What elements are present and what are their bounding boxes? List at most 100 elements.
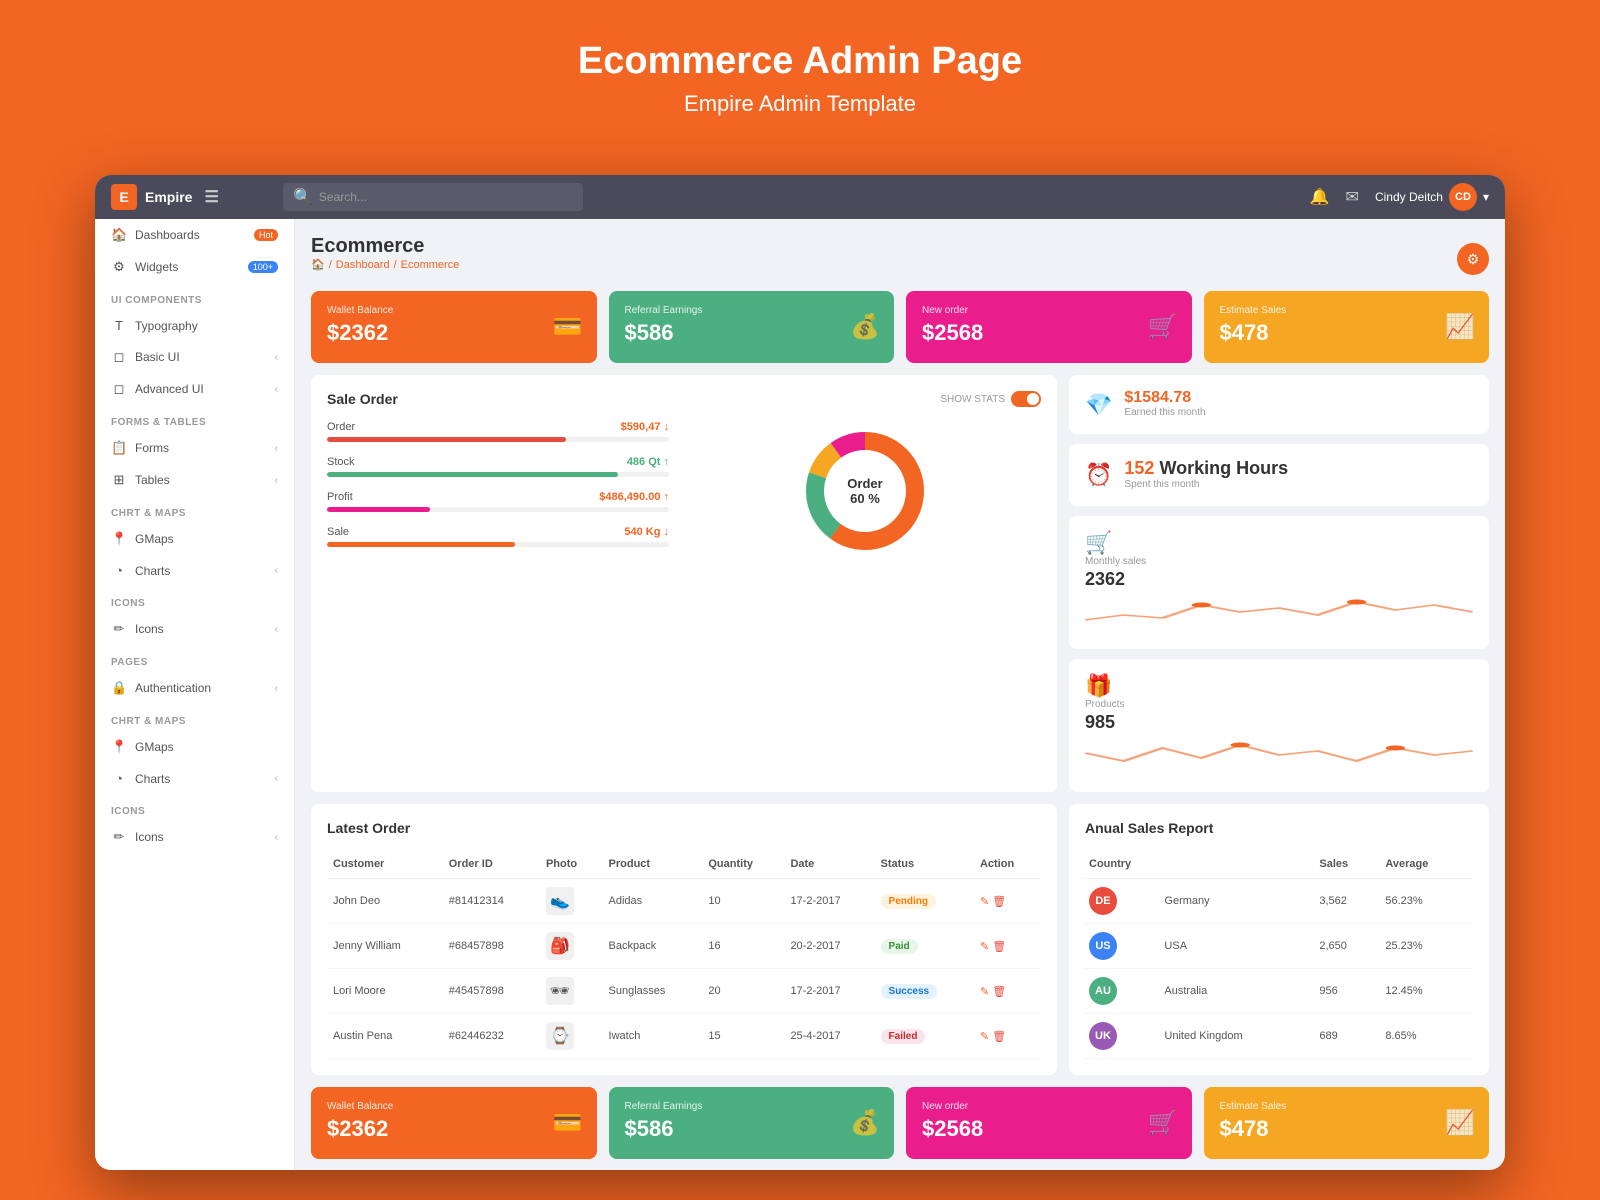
right-stats: 💎 $1584.78 Earned this month ⏰ 152 Worki… [1069,375,1489,792]
stat-row-label: Sale [327,526,349,538]
search-bar[interactable]: 🔍 [283,183,583,211]
country-name: Germany [1160,879,1315,924]
stat-row-label: Stock [327,456,355,468]
sidebar-item-tables[interactable]: ⊞ Tables‹ [95,464,294,496]
main-layout: 🏠 DashboardsHot⚙ Widgets100+UI Component… [95,219,1505,1170]
edit-icon[interactable]: ✎ [980,896,989,908]
sidebar-section-title: Chrt & Maps [95,704,294,731]
sidebar-item-basic-ui[interactable]: ◻ Basic UI‹ [95,341,294,373]
edit-icon[interactable]: ✎ [980,1031,989,1043]
stat-card-value-referral2: $586 [625,1116,879,1142]
order-action[interactable]: ✎ 🗑 [974,924,1041,969]
mail-icon[interactable]: ✉ [1346,187,1359,207]
order-status: Paid [875,924,974,969]
sidebar-item-gmaps2[interactable]: 📍 GMaps [95,731,294,763]
stat-card-wallet: Wallet Balance $2362 💳 [311,291,597,363]
page-title: Ecommerce 🏠 / Dashboard / Ecommerce [311,235,459,283]
sidebar-item-icons1[interactable]: ✏ Icons‹ [95,613,294,645]
content-area: Ecommerce 🏠 / Dashboard / Ecommerce ⚙ Wa… [295,219,1505,1170]
hamburger-menu[interactable]: ☰ [204,187,218,207]
edit-icon[interactable]: ✎ [980,986,989,998]
sale-stat-order: Order $590,47 ↓ [327,421,669,442]
user-info[interactable]: Cindy Deitch CD ▾ [1375,183,1489,211]
country-sales: 689 [1315,1014,1381,1059]
sidebar-item-authentication[interactable]: 🔒 Authentication‹ [95,672,294,704]
sidebar-chevron-icons2: ‹ [275,832,278,843]
stat-row-header: Profit $486,490.00 ↑ [327,491,669,503]
order-col-status: Status [875,850,974,879]
monthly-sales-label: Monthly sales [1085,556,1473,567]
delete-icon[interactable]: 🗑 [992,896,1006,908]
stat-card-label-referral2: Referral Earnings [625,1101,879,1112]
sidebar-item-gmaps[interactable]: 📍 GMaps [95,523,294,555]
breadcrumb-separator: / [329,259,332,271]
monthly-sales-chart [1085,590,1473,630]
settings-button[interactable]: ⚙ [1457,243,1489,275]
sidebar-label-gmaps: GMaps [135,532,174,546]
search-input[interactable] [319,190,573,204]
donut-chart: Order 60 % [795,421,935,561]
monthly-sales-value: 2362 [1085,569,1473,590]
sidebar-icon-gmaps: 📍 [111,531,127,547]
stat-card-label-referral: Referral Earnings [625,305,879,316]
stats-toggle[interactable] [1011,391,1041,407]
order-product: Adidas [603,879,703,924]
sidebar-icon-advanced-ui: ◻ [111,381,127,397]
sidebar-item-forms[interactable]: 📋 Forms‹ [95,432,294,464]
sidebar-label-widgets: Widgets [135,260,178,274]
sidebar-item-dashboards[interactable]: 🏠 DashboardsHot [95,219,294,251]
sidebar-icon-charts2: ◔ [111,771,127,786]
country-avatar-cell: DE [1085,879,1160,924]
order-col-product: Product [603,850,703,879]
stat-card-wallet2: Wallet Balance $2362 💳 [311,1087,597,1159]
country-name: USA [1160,924,1315,969]
progress-bar [327,542,669,547]
bottom-stat-cards: Wallet Balance $2362 💳 Referral Earnings… [311,1087,1489,1159]
progress-fill [327,472,618,477]
sidebar-icon-icons2: ✏ [111,829,127,845]
sidebar-section-title: Icons [95,586,294,613]
delete-icon[interactable]: 🗑 [992,941,1006,953]
sale-order-card: Sale Order SHOW STATS Order $590,47 ↓ St… [311,375,1057,792]
sidebar-item-typography[interactable]: T Typography [95,310,294,341]
earned-content: $1584.78 Earned this month [1124,389,1473,420]
stat-card-value-estimate: $478 [1220,320,1474,346]
order-customer: Jenny William [327,924,443,969]
order-product: Sunglasses [603,969,703,1014]
stat-row-label: Order [327,421,355,433]
stat-card-value-new-order2: $2568 [922,1116,1176,1142]
sidebar-item-advanced-ui[interactable]: ◻ Advanced UI‹ [95,373,294,405]
annual-report-title: Anual Sales Report [1085,820,1213,836]
notification-icon[interactable]: 🔔 [1310,187,1330,207]
content-header: Ecommerce 🏠 / Dashboard / Ecommerce ⚙ [311,235,1489,283]
stat-card-icon-new-order: 🛒 [1148,313,1178,342]
country-average: 56.23% [1381,879,1473,924]
sidebar-item-widgets[interactable]: ⚙ Widgets100+ [95,251,294,283]
sidebar-chevron-forms: ‹ [275,443,278,454]
sidebar-item-icons2[interactable]: ✏ Icons ‹ [95,821,294,853]
sidebar-chevron-icons1: ‹ [275,624,278,635]
edit-icon[interactable]: ✎ [980,941,989,953]
order-date: 20-2-2017 [784,924,874,969]
earned-value: $1584.78 [1124,389,1473,407]
order-action[interactable]: ✎ 🗑 [974,879,1041,924]
stat-row-header: Sale 540 Kg ↓ [327,526,669,538]
delete-icon[interactable]: 🗑 [992,986,1006,998]
main-subtitle: Empire Admin Template [0,91,1600,117]
middle-row: Sale Order SHOW STATS Order $590,47 ↓ St… [311,375,1489,792]
sidebar-section-title: Icons [95,794,294,821]
sidebar-item-charts1[interactable]: ◔ Charts‹ [95,555,294,586]
country-sales: 2,650 [1315,924,1381,969]
order-quantity: 16 [702,924,784,969]
stat-cards-row: Wallet Balance $2362 💳 Referral Earnings… [311,291,1489,363]
order-action[interactable]: ✎ 🗑 [974,1014,1041,1059]
delete-icon[interactable]: 🗑 [992,1031,1006,1043]
logo-label: Empire [145,189,192,205]
stat-card-icon-estimate2: 📈 [1445,1109,1475,1138]
order-action[interactable]: ✎ 🗑 [974,969,1041,1014]
report-row: DE Germany 3,562 56.23% [1085,879,1473,924]
sidebar-label-icons2: Icons [135,830,164,844]
sidebar-item-charts2[interactable]: ◔ Charts‹ [95,763,294,794]
user-dropdown-icon[interactable]: ▾ [1483,190,1489,204]
country-name: United Kingdom [1160,1014,1315,1059]
